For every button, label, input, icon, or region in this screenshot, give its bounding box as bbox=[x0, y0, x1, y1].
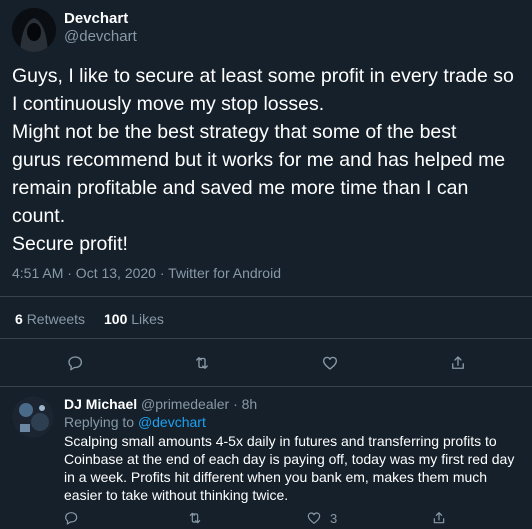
author-handle[interactable]: @devchart bbox=[64, 28, 137, 45]
retweets-count: 6 bbox=[15, 311, 23, 327]
reply-header: DJ Michael @primedealer · 8h bbox=[64, 396, 257, 412]
divider bbox=[0, 296, 532, 297]
reply-icon bbox=[65, 512, 78, 525]
retweets-label: Retweets bbox=[26, 311, 86, 327]
likes-stat[interactable]: 100 Likes bbox=[104, 311, 164, 327]
tweet-timestamp[interactable]: 4:51 AM · Oct 13, 2020 · Twitter for And… bbox=[12, 265, 281, 281]
share-button[interactable] bbox=[445, 350, 471, 376]
like-button[interactable] bbox=[317, 350, 343, 376]
replying-to-prefix: Replying to bbox=[64, 414, 135, 430]
share-icon bbox=[433, 512, 445, 524]
reply-author-handle[interactable]: @primedealer bbox=[141, 396, 229, 412]
reply-like-count: 3 bbox=[330, 510, 338, 526]
heart-icon bbox=[307, 512, 321, 524]
tweet-text: Guys, I like to secure at least some pro… bbox=[12, 62, 527, 258]
tweet-text-line: count. bbox=[12, 205, 66, 227]
author-avatar[interactable] bbox=[12, 8, 56, 52]
likes-label: Likes bbox=[131, 311, 164, 327]
tweet-text-line: Guys, I like to secure at least some pro… bbox=[12, 65, 514, 87]
reply-text-line: easier to take without thinking twice. bbox=[64, 487, 289, 503]
divider bbox=[0, 338, 532, 339]
reply-icon bbox=[68, 356, 83, 371]
retweet-button[interactable] bbox=[189, 350, 215, 376]
reply-button[interactable] bbox=[62, 350, 88, 376]
reply-retweet-button[interactable] bbox=[184, 507, 206, 529]
reply-share-button[interactable] bbox=[428, 507, 450, 529]
dj-avatar-image bbox=[12, 396, 54, 438]
author-name[interactable]: Devchart bbox=[64, 10, 128, 27]
share-icon bbox=[452, 356, 464, 369]
likes-count: 100 bbox=[104, 311, 128, 327]
replying-to-line: Replying to @devchart bbox=[64, 414, 206, 430]
retweet-icon bbox=[189, 512, 201, 524]
reply-author-avatar[interactable] bbox=[12, 396, 54, 438]
tweet-text-line: Secure profit! bbox=[12, 233, 128, 255]
reply-reply-button[interactable] bbox=[60, 507, 82, 529]
retweets-stat[interactable]: 6 Retweets bbox=[15, 311, 85, 327]
tweet-text-line: gurus recommend but it works for me and … bbox=[12, 149, 506, 171]
reply-text-line: Scalping small amounts 4-5x daily in fut… bbox=[64, 433, 497, 449]
reply-time[interactable]: · 8h bbox=[233, 396, 257, 412]
reply-text: Scalping small amounts 4-5x daily in fut… bbox=[64, 432, 529, 504]
hooded-figure-avatar-image bbox=[12, 8, 56, 52]
tweet-text-line: Might not be the best strategy that some… bbox=[12, 121, 457, 143]
reply-text-line: in a week. Profits hit different when yo… bbox=[64, 469, 488, 485]
tweet-text-line: remain profitable and saved me more time… bbox=[12, 177, 469, 199]
heart-icon bbox=[322, 356, 338, 370]
reply-text-line: Coinbase at the end of each day is payin… bbox=[64, 451, 515, 467]
reply-author-name[interactable]: DJ Michael bbox=[64, 396, 137, 412]
tweet-text-line: I continuously move my stop losses. bbox=[12, 93, 325, 115]
reply-like-button[interactable]: 3 bbox=[306, 507, 337, 529]
replying-to-link[interactable]: @devchart bbox=[138, 414, 206, 430]
divider bbox=[0, 386, 532, 387]
retweet-icon bbox=[196, 357, 208, 369]
